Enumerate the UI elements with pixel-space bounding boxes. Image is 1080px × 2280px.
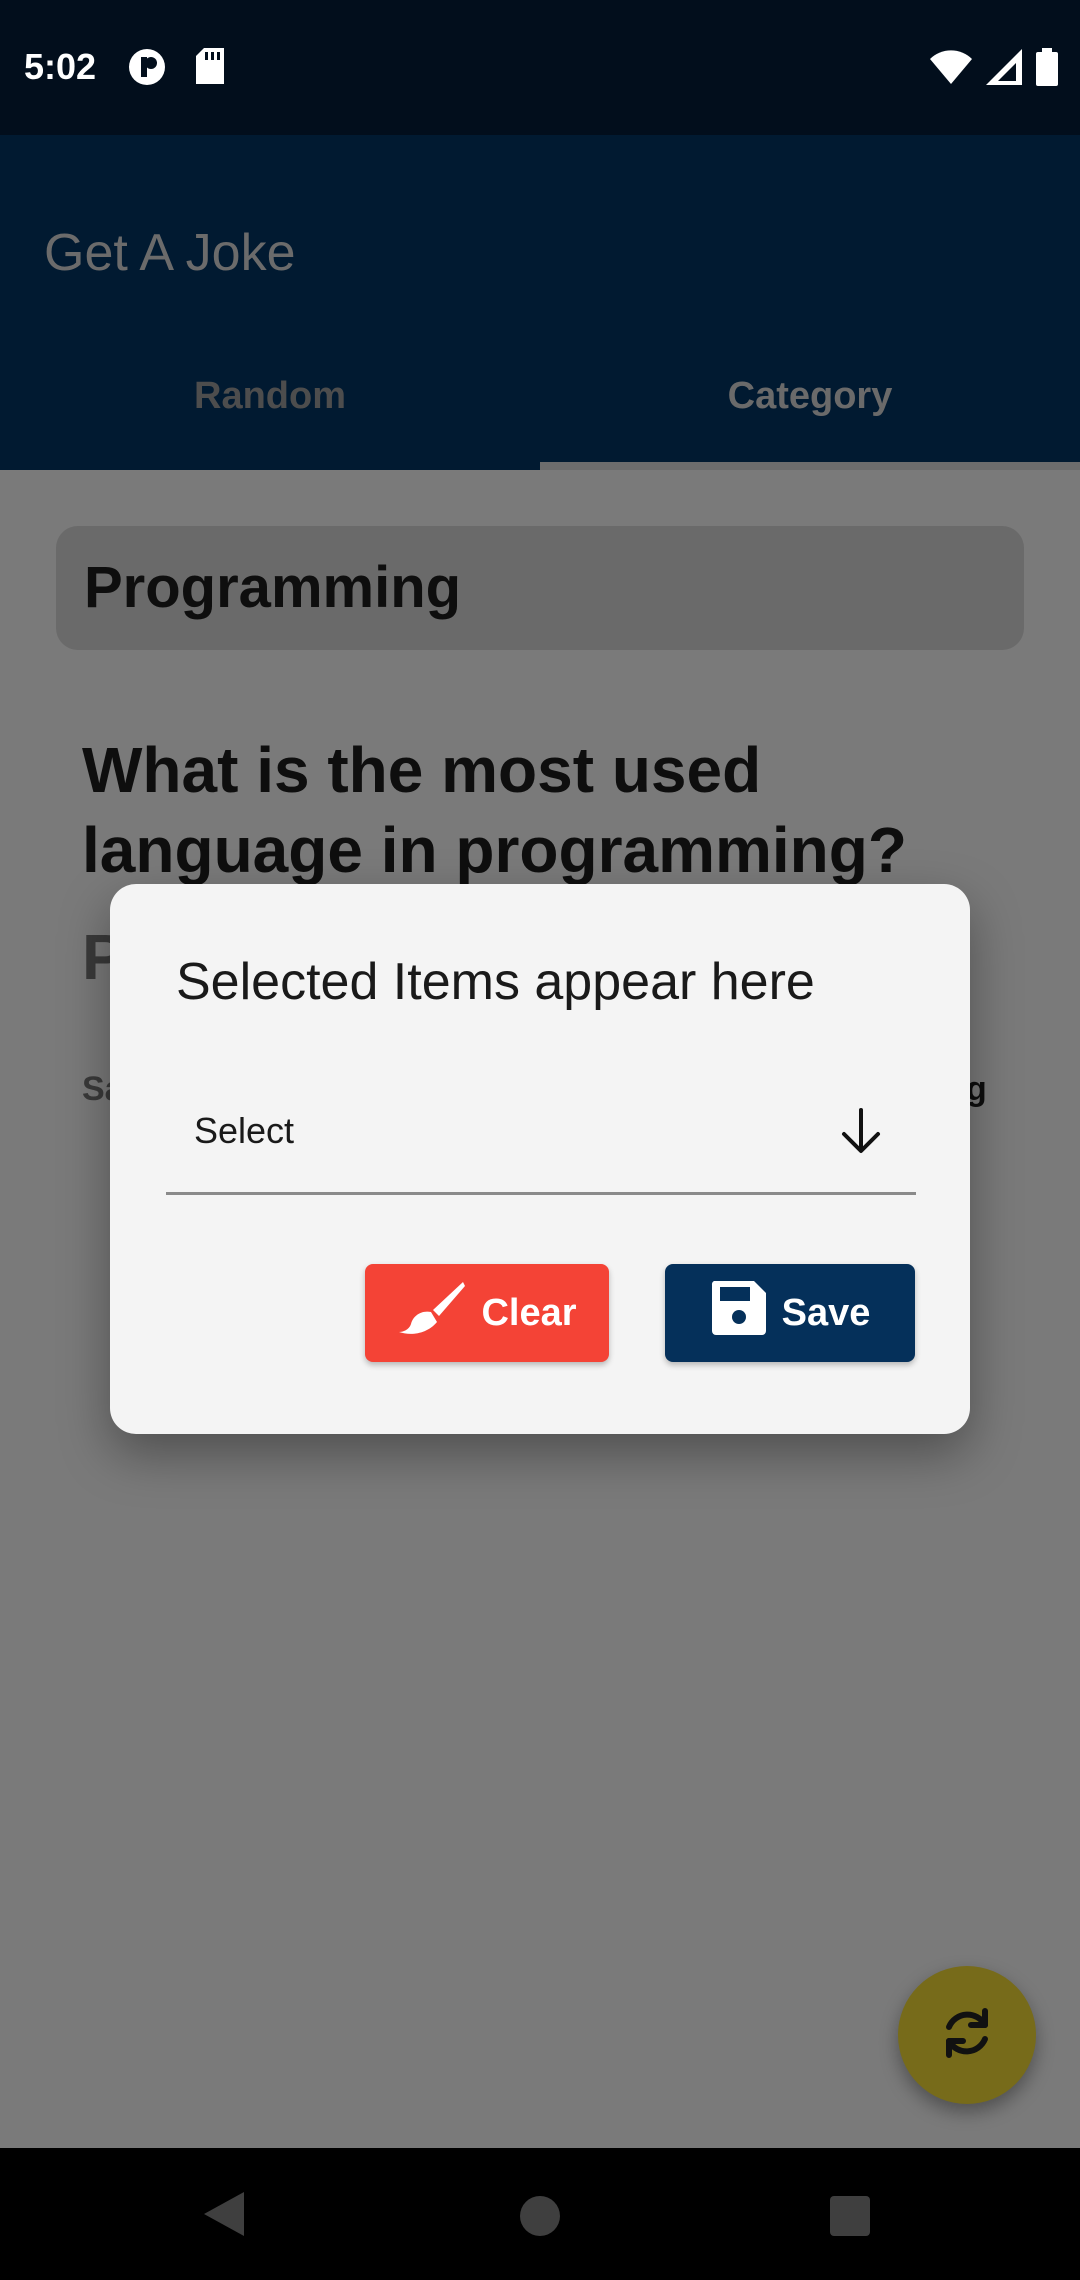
select-placeholder: Select [194,1110,295,1151]
sd-card-icon [196,48,224,89]
cell-signal-icon [986,49,1022,90]
select-dialog: Selected Items appear here Select Clear … [110,884,970,1434]
dialog-title: Selected Items appear here [176,953,815,1011]
wifi-icon [930,50,972,89]
brush-icon [397,1280,467,1346]
joke-question: What is the most used language in progra… [82,734,907,886]
tab-indicator [540,462,1080,470]
recent-apps-icon[interactable] [830,2196,870,2236]
category-selector[interactable]: Programming [56,526,1024,650]
clear-label: Clear [481,1291,577,1334]
select-dropdown[interactable]: Select [166,1076,916,1195]
arrow-down-icon [836,1106,886,1161]
category-label: Programming [84,555,462,620]
app-title: Get A Joke [44,224,296,282]
status-time: 5:02 [24,46,97,87]
app-notification-icon [128,48,166,91]
battery-icon [1036,48,1058,91]
refresh-button[interactable] [898,1966,1036,2104]
tab-category[interactable]: Category [540,375,1080,418]
tab-random[interactable]: Random [0,375,540,418]
status-bar: 5:02 [0,0,1080,135]
navigation-bar [0,2148,1080,2280]
home-icon[interactable] [520,2196,560,2236]
status-icons [930,48,1058,91]
clear-button[interactable]: Clear [365,1264,609,1362]
back-icon[interactable] [202,2190,246,2243]
app-bar: Get A Joke Random Category [0,135,1080,470]
floppy-disk-icon [710,1279,768,1347]
save-label: Save [781,1291,871,1334]
save-button[interactable]: Save [665,1264,915,1362]
refresh-icon [937,2003,997,2068]
